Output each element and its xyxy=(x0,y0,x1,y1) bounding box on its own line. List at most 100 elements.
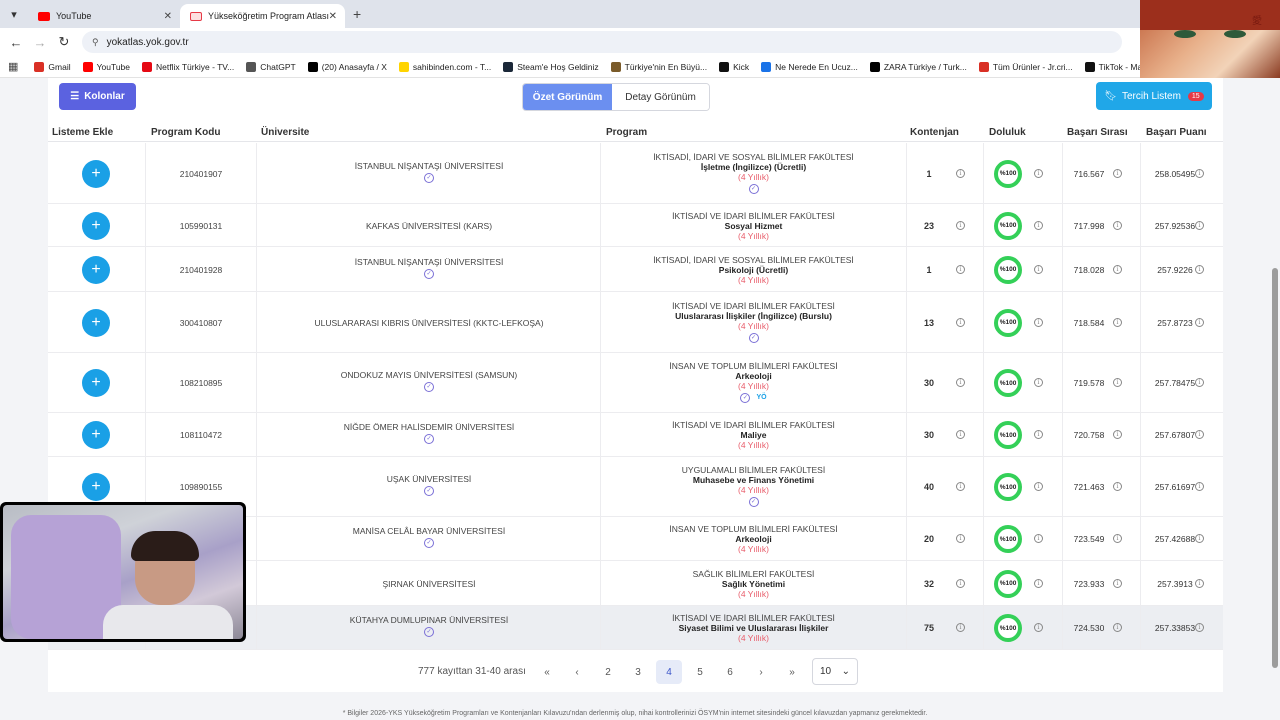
table-row[interactable]: +210401928 İSTANBUL NİŞANTAŞI ÜNİVERSİTES… xyxy=(48,247,1223,292)
info-icon[interactable]: i xyxy=(1195,534,1204,543)
table-row[interactable]: +108210895 ONDOKUZ MAYIS ÜNİVERSİTESİ (SA… xyxy=(48,353,1223,413)
program-cell[interactable]: İKTİSADİ, İDARİ VE SOSYAL BİLİMLER FAKÜL… xyxy=(601,255,906,285)
table-row[interactable]: +108110472 NİĞDE ÖMER HALİSDEMİR ÜNİVERSİ… xyxy=(48,413,1223,457)
header-doluluk[interactable]: Doluluk xyxy=(989,127,1026,138)
add-to-list-button[interactable]: + xyxy=(82,369,110,397)
close-icon[interactable]: ✕ xyxy=(164,11,172,22)
program-cell[interactable]: İNSAN VE TOPLUM BİLİMLERİ FAKÜLTESİ Arke… xyxy=(601,524,906,554)
info-icon[interactable]: i xyxy=(1195,482,1204,491)
bookmark-item[interactable]: (20) Anasayfa / X xyxy=(307,61,387,72)
bookmark-item[interactable]: Netflix Türkiye - TV... xyxy=(142,61,234,72)
info-icon[interactable]: i xyxy=(1034,317,1043,327)
university-name-cell[interactable]: İSTANBUL NİŞANTAŞI ÜNİVERSİTESİ ✓ xyxy=(257,161,601,183)
info-icon[interactable]: i xyxy=(1195,317,1204,327)
university-name-cell[interactable]: KAFKAS ÜNİVERSİTESİ (KARS) xyxy=(257,221,601,231)
add-to-list-button[interactable]: + xyxy=(82,255,110,284)
university-name-cell[interactable]: UŞAK ÜNİVERSİTESİ ✓ xyxy=(257,474,601,496)
info-icon[interactable]: i xyxy=(1195,578,1204,588)
tab-youtube[interactable]: YouTube ✕ xyxy=(28,4,180,28)
info-icon[interactable]: i xyxy=(1034,168,1043,178)
last-page-button[interactable]: » xyxy=(779,660,805,684)
university-name-cell[interactable]: MANİSA CELÂL BAYAR ÜNİVERSİTESİ ✓ xyxy=(257,526,601,548)
page-5-button[interactable]: 5 xyxy=(687,660,713,684)
info-icon[interactable]: i xyxy=(1034,623,1043,632)
add-to-list-button[interactable]: + xyxy=(82,159,110,188)
program-cell[interactable]: UYGULAMALI BİLİMLER FAKÜLTESİ Muhasebe v… xyxy=(601,465,906,507)
tab-yokatlas[interactable]: Yükseköğretim Program Atlası ✕ xyxy=(180,4,345,28)
header-program-kodu[interactable]: Program Kodu xyxy=(151,127,220,138)
info-icon[interactable]: i xyxy=(956,220,965,230)
info-icon[interactable]: i xyxy=(1034,482,1043,491)
next-page-button[interactable]: › xyxy=(748,660,774,684)
program-cell[interactable]: İKTİSADİ, İDARİ VE SOSYAL BİLİMLER FAKÜL… xyxy=(601,152,906,194)
prev-page-button[interactable]: ‹ xyxy=(564,660,590,684)
add-to-list-button[interactable]: + xyxy=(82,421,110,449)
program-cell[interactable]: İKTİSADİ VE İDARİ BİLİMLER FAKÜLTESİ Mal… xyxy=(601,420,906,450)
table-row[interactable]: +300410807 ULUSLARARASI KIBRIS ÜNİVERSİTE… xyxy=(48,292,1223,353)
info-icon[interactable]: i xyxy=(1034,220,1043,230)
back-icon[interactable]: ← xyxy=(4,35,28,50)
university-name-cell[interactable]: ONDOKUZ MAYIS ÜNİVERSİTESİ (SAMSUN) ✓ xyxy=(257,370,601,392)
url-input[interactable]: ⚲ yokatlas.yok.gov.tr xyxy=(82,31,1122,53)
info-icon[interactable]: i xyxy=(1195,220,1204,230)
close-icon[interactable]: ✕ xyxy=(329,11,337,22)
info-icon[interactable]: i xyxy=(1195,623,1204,632)
bookmark-item[interactable]: Kick xyxy=(719,61,749,72)
info-icon[interactable]: i xyxy=(1113,623,1122,632)
info-icon[interactable]: i xyxy=(956,623,965,632)
table-row[interactable]: +105990131 KAFKAS ÜNİVERSİTESİ (KARS) İKT… xyxy=(48,204,1223,247)
info-icon[interactable]: i xyxy=(1195,430,1204,439)
first-page-button[interactable]: « xyxy=(534,660,560,684)
program-cell[interactable]: SAĞLIK BİLİMLERİ FAKÜLTESİ Sağlık Yöneti… xyxy=(601,569,906,599)
program-cell[interactable]: İKTİSADİ VE İDARİ BİLİMLER FAKÜLTESİ Ulu… xyxy=(601,301,906,343)
table-row[interactable]: +210401907 İSTANBUL NİŞANTAŞI ÜNİVERSİTES… xyxy=(48,143,1223,204)
info-icon[interactable]: i xyxy=(1034,430,1043,439)
info-icon[interactable]: i xyxy=(1113,578,1122,588)
bookmark-item[interactable]: Tüm Ürünler - Jr.cri... xyxy=(978,61,1073,72)
columns-button[interactable]: ☰ Kolonlar xyxy=(59,83,136,110)
university-name-cell[interactable]: KÜTAHYA DUMLUPINAR ÜNİVERSİTESİ ✓ xyxy=(257,615,601,637)
program-cell[interactable]: İKTİSADİ VE İDARİ BİLİMLER FAKÜLTESİ Siy… xyxy=(601,613,906,643)
bookmark-item[interactable]: Ne Nerede En Ucuz... xyxy=(761,61,858,72)
bookmark-item[interactable]: YouTube xyxy=(82,61,130,72)
info-icon[interactable]: i xyxy=(1195,264,1204,274)
detail-view-button[interactable]: Detay Görünüm xyxy=(612,84,709,110)
info-icon[interactable]: i xyxy=(1113,264,1122,274)
header-universite[interactable]: Üniversite xyxy=(261,127,309,138)
info-icon[interactable]: i xyxy=(1113,168,1122,178)
bookmark-item[interactable]: Gmail xyxy=(34,61,71,72)
add-to-list-button[interactable]: + xyxy=(82,211,110,240)
info-icon[interactable]: i xyxy=(956,264,965,274)
reload-icon[interactable]: ↻ xyxy=(52,34,76,50)
info-icon[interactable]: i xyxy=(1195,168,1204,178)
info-icon[interactable]: i xyxy=(1113,378,1122,387)
university-name-cell[interactable]: ULUSLARARASI KIBRIS ÜNİVERSİTESİ (KKTC-L… xyxy=(257,318,601,328)
add-to-list-button[interactable]: + xyxy=(82,308,110,337)
university-name-cell[interactable]: ŞIRNAK ÜNİVERSİTESİ xyxy=(257,579,601,589)
info-icon[interactable]: i xyxy=(956,430,965,439)
info-icon[interactable]: i xyxy=(956,482,965,491)
info-icon[interactable]: i xyxy=(1195,378,1204,387)
forward-icon[interactable]: → xyxy=(28,35,52,50)
bookmark-item[interactable]: sahibinden.com - T... xyxy=(398,61,491,72)
header-kontenjan[interactable]: Kontenjan xyxy=(910,127,959,138)
per-page-select[interactable]: 10 ⌄ xyxy=(812,658,858,685)
page-6-button[interactable]: 6 xyxy=(717,660,743,684)
apps-grid-icon[interactable]: ▦ xyxy=(8,60,18,73)
info-icon[interactable]: i xyxy=(1113,482,1122,491)
info-icon[interactable]: i xyxy=(1034,378,1043,387)
header-basari-sirasi[interactable]: Başarı Sırası xyxy=(1067,127,1128,138)
bookmark-item[interactable]: ZARA Türkiye / Turk... xyxy=(869,61,967,72)
info-icon[interactable]: i xyxy=(1113,430,1122,439)
preference-list-button[interactable]: 🔖︎ Tercih Listem 15 xyxy=(1096,82,1212,110)
info-icon[interactable]: i xyxy=(1034,578,1043,588)
page-4-button[interactable]: 4 xyxy=(656,660,682,684)
add-to-list-button[interactable]: + xyxy=(82,473,110,501)
page-2-button[interactable]: 2 xyxy=(595,660,621,684)
bookmark-item[interactable]: Steam'e Hoş Geldiniz xyxy=(503,61,599,72)
info-icon[interactable]: i xyxy=(956,317,965,327)
info-icon[interactable]: i xyxy=(956,578,965,588)
page-scrollbar[interactable] xyxy=(1272,268,1278,668)
info-icon[interactable]: i xyxy=(1034,264,1043,274)
header-basari-puani[interactable]: Başarı Puanı xyxy=(1146,127,1207,138)
